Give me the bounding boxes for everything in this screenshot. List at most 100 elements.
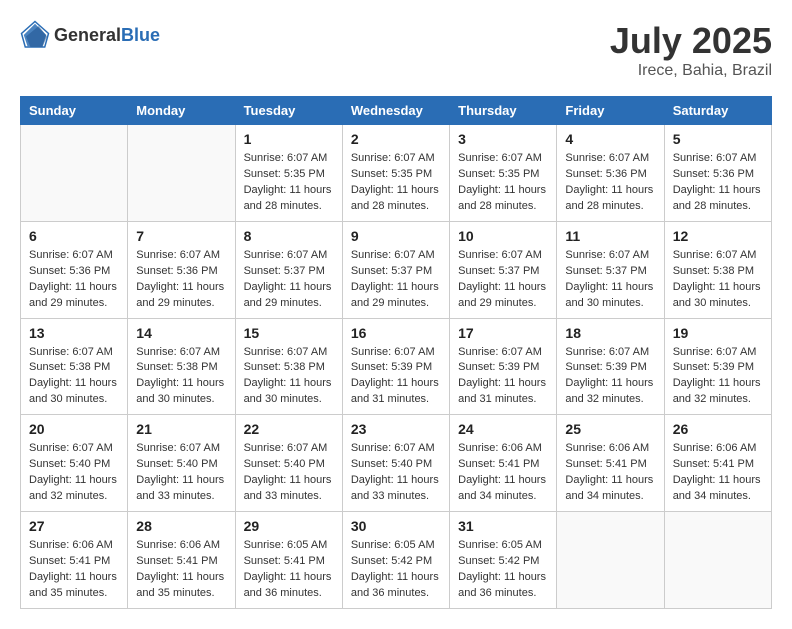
table-row: 18 Sunrise: 6:07 AM Sunset: 5:39 PM Dayli… [557,318,664,415]
table-row: 27 Sunrise: 6:06 AM Sunset: 5:41 PM Dayli… [21,512,128,609]
cell-info: Sunrise: 6:07 AM Sunset: 5:40 PM Dayligh… [244,441,334,505]
calendar-week-row: 13 Sunrise: 6:07 AM Sunset: 5:38 PM Dayli… [21,318,772,415]
day-number: 25 [565,421,655,437]
calendar-week-row: 6 Sunrise: 6:07 AM Sunset: 5:36 PM Daylig… [21,221,772,318]
table-row: 29Sunrise: 6:05 AM Sunset: 5:41 PM Dayli… [235,512,342,609]
cell-info: Sunrise: 6:07 AM Sunset: 5:39 PM Dayligh… [351,345,441,409]
table-row [557,512,664,609]
cell-info: Sunrise: 6:06 AM Sunset: 5:41 PM Dayligh… [136,538,226,602]
table-row: 8 Sunrise: 6:07 AM Sunset: 5:37 PM Daylig… [235,221,342,318]
day-number: 26 [673,421,763,437]
table-row: 31 Sunrise: 6:05 AM Sunset: 5:42 PM Dayli… [450,512,557,609]
table-row: 13 Sunrise: 6:07 AM Sunset: 5:38 PM Dayli… [21,318,128,415]
cell-info: Sunrise: 6:07 AM Sunset: 5:39 PM Dayligh… [673,345,763,409]
cell-info: Sunrise: 6:07 AM Sunset: 5:37 PM Dayligh… [351,248,441,312]
day-number: 30 [351,518,441,534]
cell-info: Sunrise: 6:05 AM Sunset: 5:41 PM Dayligh… [244,538,334,602]
table-row: 10 Sunrise: 6:07 AM Sunset: 5:37 PM Dayli… [450,221,557,318]
day-number: 16 [351,325,441,341]
table-row: 5Sunrise: 6:07 AM Sunset: 5:36 PM Daylig… [664,125,771,222]
table-row: 6 Sunrise: 6:07 AM Sunset: 5:36 PM Daylig… [21,221,128,318]
day-number: 23 [351,421,441,437]
day-number: 22 [244,421,334,437]
table-row: 30 Sunrise: 6:05 AM Sunset: 5:42 PM Dayli… [342,512,449,609]
table-row: 9 Sunrise: 6:07 AM Sunset: 5:37 PM Daylig… [342,221,449,318]
cell-info: Sunrise: 6:07 AM Sunset: 5:38 PM Dayligh… [244,345,334,409]
location-title: Irece, Bahia, Brazil [610,62,772,80]
cell-info: Sunrise: 6:07 AM Sunset: 5:37 PM Dayligh… [565,248,655,312]
table-row: 12Sunrise: 6:07 AM Sunset: 5:38 PM Dayli… [664,221,771,318]
day-number: 10 [458,228,548,244]
table-row [128,125,235,222]
logo-blue: Blue [121,25,160,46]
cell-info: Sunrise: 6:07 AM Sunset: 5:36 PM Dayligh… [136,248,226,312]
cell-info: Sunrise: 6:07 AM Sunset: 5:38 PM Dayligh… [136,345,226,409]
day-number: 4 [565,131,655,147]
col-tuesday: Tuesday [235,97,342,125]
cell-info: Sunrise: 6:07 AM Sunset: 5:39 PM Dayligh… [565,345,655,409]
calendar-table: Sunday Monday Tuesday Wednesday Thursday… [20,96,772,609]
day-number: 27 [29,518,119,534]
table-row: 1 Sunrise: 6:07 AM Sunset: 5:35 PM Daylig… [235,125,342,222]
cell-info: Sunrise: 6:07 AM Sunset: 5:40 PM Dayligh… [351,441,441,505]
table-row: 26 Sunrise: 6:06 AM Sunset: 5:41 PM Dayli… [664,415,771,512]
day-number: 13 [29,325,119,341]
cell-info: Sunrise: 6:05 AM Sunset: 5:42 PM Dayligh… [351,538,441,602]
cell-info: Sunrise: 6:07 AM Sunset: 5:38 PM Dayligh… [29,345,119,409]
cell-info: Sunrise: 6:07 AM Sunset: 5:39 PM Dayligh… [458,345,548,409]
day-number: 8 [244,228,334,244]
logo: General Blue [20,20,160,50]
day-number: 20 [29,421,119,437]
cell-info: Sunrise: 6:07 AM Sunset: 5:37 PM Dayligh… [458,248,548,312]
day-number: 1 [244,131,334,147]
page-header: General Blue July 2025 Irece, Bahia, Bra… [20,20,772,80]
logo-text: General Blue [54,25,160,46]
day-number: 3 [458,131,548,147]
day-number: 14 [136,325,226,341]
cell-info: Sunrise: 6:07 AM Sunset: 5:40 PM Dayligh… [136,441,226,505]
day-number: 7 [136,228,226,244]
cell-info: Sunrise: 6:06 AM Sunset: 5:41 PM Dayligh… [458,441,548,505]
day-number: 6 [29,228,119,244]
calendar-week-row: 20 Sunrise: 6:07 AM Sunset: 5:40 PM Dayli… [21,415,772,512]
cell-info: Sunrise: 6:06 AM Sunset: 5:41 PM Dayligh… [565,441,655,505]
col-saturday: Saturday [664,97,771,125]
day-number: 24 [458,421,548,437]
calendar-week-row: 27 Sunrise: 6:06 AM Sunset: 5:41 PM Dayli… [21,512,772,609]
day-number: 9 [351,228,441,244]
col-friday: Friday [557,97,664,125]
cell-info: Sunrise: 6:07 AM Sunset: 5:36 PM Dayligh… [29,248,119,312]
title-block: July 2025 Irece, Bahia, Brazil [610,20,772,80]
day-number: 17 [458,325,548,341]
day-number: 5 [673,131,763,147]
table-row: 15 Sunrise: 6:07 AM Sunset: 5:38 PM Dayli… [235,318,342,415]
logo-icon [20,20,50,50]
table-row: 19 Sunrise: 6:07 AM Sunset: 5:39 PM Dayli… [664,318,771,415]
cell-info: Sunrise: 6:06 AM Sunset: 5:41 PM Dayligh… [29,538,119,602]
table-row: 28Sunrise: 6:06 AM Sunset: 5:41 PM Dayli… [128,512,235,609]
table-row: 11 Sunrise: 6:07 AM Sunset: 5:37 PM Dayli… [557,221,664,318]
table-row: 20 Sunrise: 6:07 AM Sunset: 5:40 PM Dayli… [21,415,128,512]
day-number: 11 [565,228,655,244]
cell-info: Sunrise: 6:07 AM Sunset: 5:37 PM Dayligh… [244,248,334,312]
cell-info: Sunrise: 6:05 AM Sunset: 5:42 PM Dayligh… [458,538,548,602]
cell-info: Sunrise: 6:07 AM Sunset: 5:35 PM Dayligh… [351,151,441,215]
table-row: 16 Sunrise: 6:07 AM Sunset: 5:39 PM Dayli… [342,318,449,415]
day-number: 15 [244,325,334,341]
day-number: 19 [673,325,763,341]
table-row: 21 Sunrise: 6:07 AM Sunset: 5:40 PM Dayli… [128,415,235,512]
cell-info: Sunrise: 6:07 AM Sunset: 5:36 PM Dayligh… [565,151,655,215]
day-number: 2 [351,131,441,147]
table-row: 23 Sunrise: 6:07 AM Sunset: 5:40 PM Dayli… [342,415,449,512]
day-number: 31 [458,518,548,534]
cell-info: Sunrise: 6:06 AM Sunset: 5:41 PM Dayligh… [673,441,763,505]
col-thursday: Thursday [450,97,557,125]
col-wednesday: Wednesday [342,97,449,125]
calendar-week-row: 1 Sunrise: 6:07 AM Sunset: 5:35 PM Daylig… [21,125,772,222]
table-row: 17 Sunrise: 6:07 AM Sunset: 5:39 PM Dayli… [450,318,557,415]
cell-info: Sunrise: 6:07 AM Sunset: 5:35 PM Dayligh… [244,151,334,215]
cell-info: Sunrise: 6:07 AM Sunset: 5:40 PM Dayligh… [29,441,119,505]
col-monday: Monday [128,97,235,125]
day-number: 18 [565,325,655,341]
day-number: 21 [136,421,226,437]
